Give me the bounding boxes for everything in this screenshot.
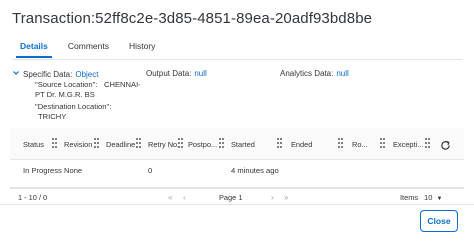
destination-location-value: TRICHY <box>38 112 67 121</box>
table-footer-divider <box>10 188 464 189</box>
items-per-page-select[interactable]: 10 ▼ <box>424 193 442 202</box>
items-per-page-value: 10 <box>424 193 433 202</box>
column-grip-icon[interactable] <box>219 138 224 148</box>
column-header-retry-no[interactable]: Retry No. <box>148 140 179 149</box>
column-header-exception[interactable]: Excepti... <box>393 140 423 149</box>
cell-started: 4 minutes ago <box>231 166 279 175</box>
close-button[interactable]: Close <box>420 210 458 232</box>
column-grip-icon[interactable] <box>338 138 343 148</box>
column-header-deadline[interactable]: Deadline <box>106 140 135 149</box>
last-page-icon[interactable]: » <box>284 193 288 202</box>
output-data-field: Output Data: null <box>146 69 207 78</box>
specific-data-label: Specific Data: <box>23 70 73 79</box>
source-location-value-line2: PT Dr. M.G.R. BS <box>35 90 95 99</box>
destination-location-key: "Destination Location": <box>35 102 112 111</box>
cell-status: In Progress <box>23 166 62 175</box>
column-header-started[interactable]: Started <box>231 140 255 149</box>
cell-retry-no: 0 <box>148 166 153 175</box>
pagination-range: 1 - 10 / 0 <box>18 193 48 202</box>
dialog-footer-divider <box>0 204 474 205</box>
chevron-down-icon: ▼ <box>436 196 443 202</box>
tab-history[interactable]: History <box>121 40 163 60</box>
tab-bar: Details Comments History <box>12 40 163 60</box>
cell-revision: None <box>64 166 83 175</box>
tabs-divider <box>12 59 462 60</box>
source-location-key: "Source Location": <box>35 80 98 89</box>
specific-data-field[interactable]: Specific Data: Object <box>12 69 98 79</box>
specific-data-value[interactable]: Object <box>75 70 98 79</box>
analytics-data-field: Analytics Data: null <box>280 69 349 78</box>
column-grip-icon[interactable] <box>425 138 430 148</box>
items-label: Items <box>400 193 419 202</box>
column-grip-icon[interactable] <box>52 138 57 148</box>
refresh-icon[interactable] <box>440 138 451 150</box>
output-data-value: null <box>194 69 207 78</box>
column-grip-icon[interactable] <box>380 138 385 148</box>
column-header-status[interactable]: Status <box>23 140 44 149</box>
previous-page-icon[interactable]: ‹ <box>183 193 186 202</box>
dialog-title: Transaction:52ff8c2e-3d85-4851-89ea-20ad… <box>12 10 373 27</box>
output-data-label: Output Data: <box>146 69 192 78</box>
page-indicator: Page 1 <box>219 193 243 202</box>
column-header-ended[interactable]: Ended <box>291 140 312 149</box>
source-location-value-line1: CHENNAI- <box>104 80 141 89</box>
column-grip-icon[interactable] <box>277 138 282 148</box>
column-grip-icon[interactable] <box>178 138 183 148</box>
next-page-icon[interactable]: › <box>271 193 274 202</box>
column-header-role[interactable]: Ro... <box>352 140 368 149</box>
analytics-data-label: Analytics Data: <box>280 69 334 78</box>
column-grip-icon[interactable] <box>94 138 99 148</box>
first-page-icon[interactable]: « <box>168 193 172 202</box>
tab-comments[interactable]: Comments <box>60 40 117 60</box>
column-grip-icon[interactable] <box>136 138 141 148</box>
column-header-revision[interactable]: Revision <box>64 140 92 149</box>
tab-details[interactable]: Details <box>12 40 56 60</box>
transaction-dialog: Transaction:52ff8c2e-3d85-4851-89ea-20ad… <box>0 0 474 248</box>
column-header-postponed[interactable]: Postpo... <box>188 140 217 149</box>
chevron-down-icon[interactable] <box>12 69 20 77</box>
analytics-data-value: null <box>336 69 349 78</box>
